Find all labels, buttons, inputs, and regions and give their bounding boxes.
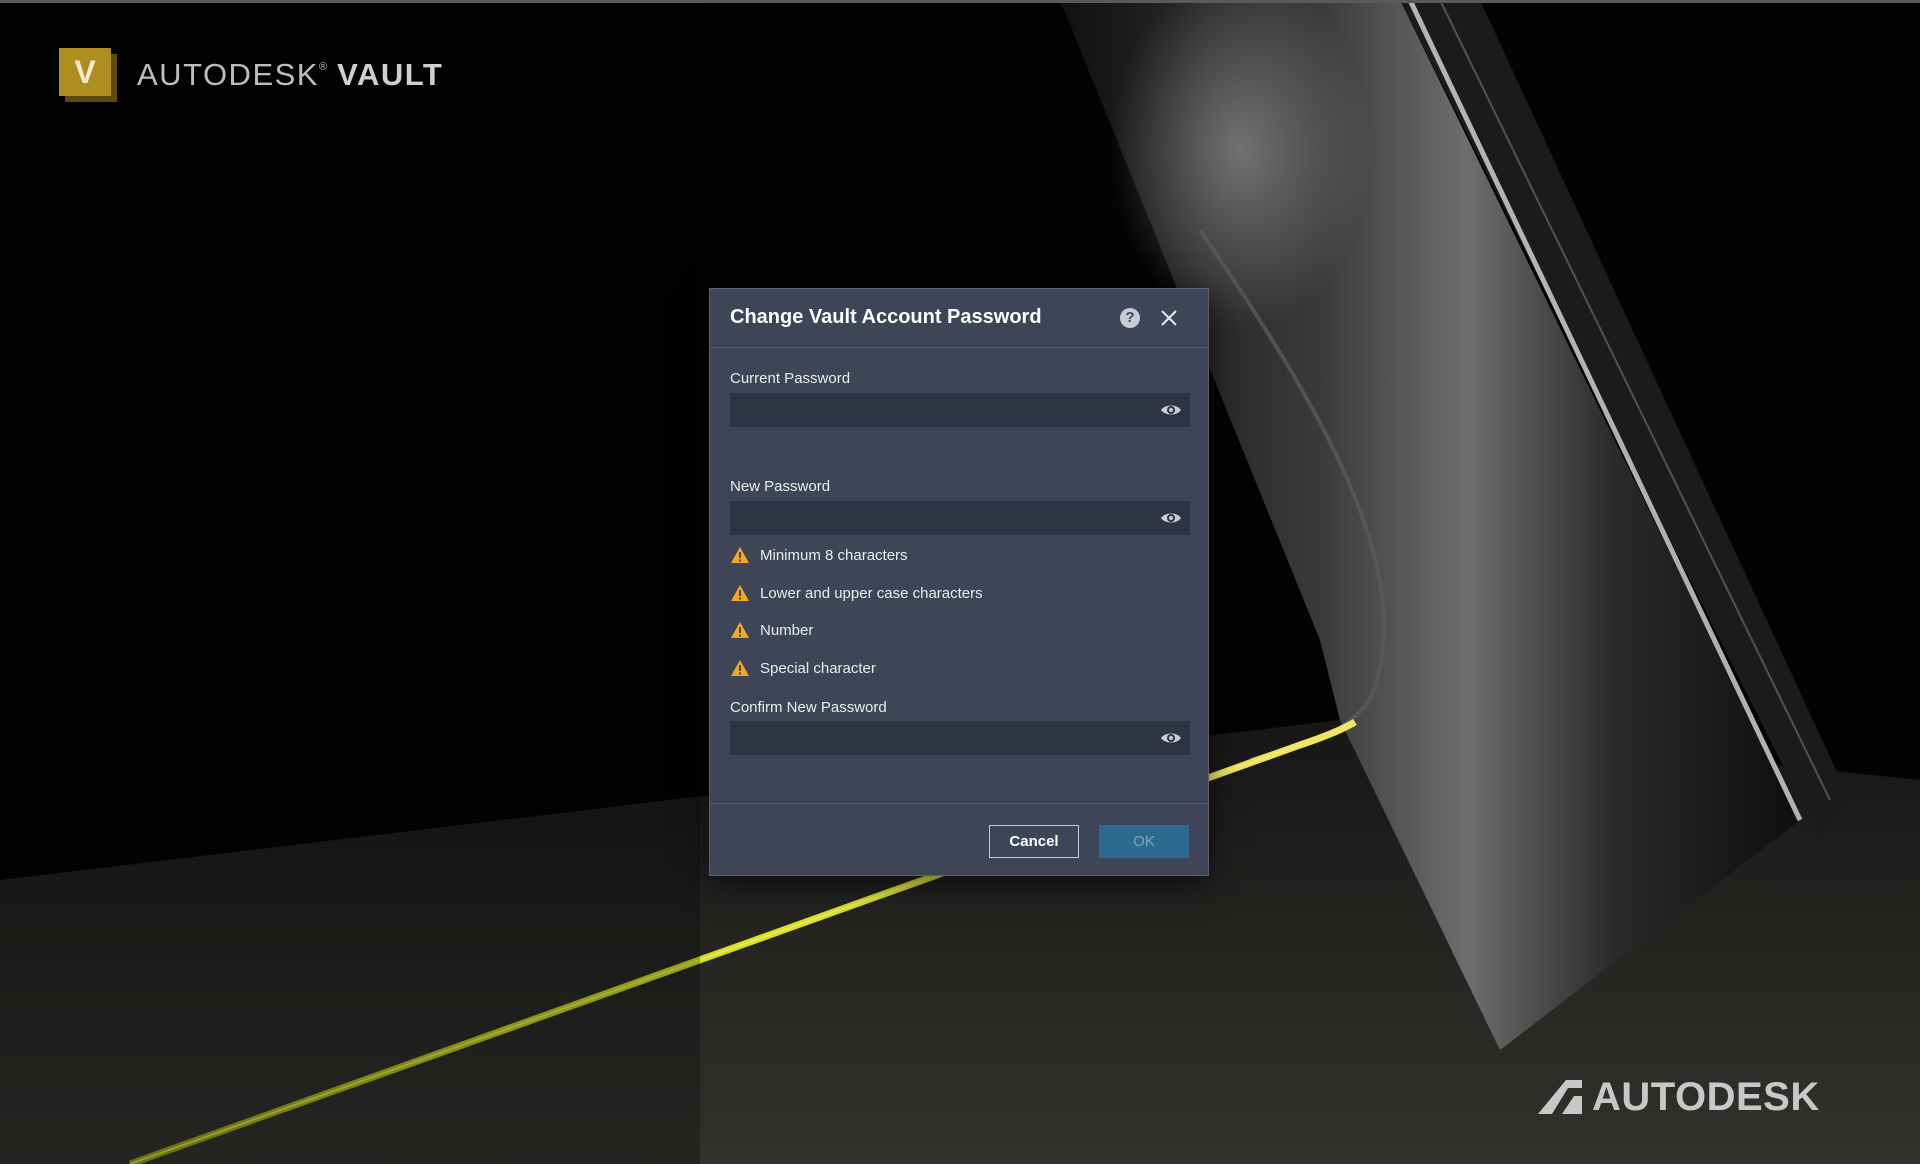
login-background: V AUTODESK ® VAULT AUTODESK Change Vault… bbox=[0, 0, 1920, 1164]
dialog-footer: Cancel OK bbox=[710, 803, 1208, 876]
autodesk-wordmark: AUTODESK bbox=[1592, 1074, 1820, 1119]
ok-button[interactable]: OK bbox=[1099, 825, 1189, 858]
new-password-input[interactable] bbox=[730, 501, 1150, 535]
requirement-text: Special character bbox=[760, 659, 876, 677]
confirm-password-label: Confirm New Password bbox=[730, 699, 887, 716]
company-name: AUTODESK bbox=[137, 57, 319, 92]
warning-icon bbox=[731, 547, 749, 563]
product-name: VAULT bbox=[337, 57, 444, 92]
requirement-item: Number bbox=[730, 619, 813, 641]
autodesk-mark-icon bbox=[1538, 1080, 1582, 1114]
requirement-item: Minimum 8 characters bbox=[730, 544, 908, 566]
requirement-text: Lower and upper case characters bbox=[760, 584, 983, 602]
requirement-text: Minimum 8 characters bbox=[760, 546, 908, 564]
current-password-field bbox=[730, 393, 1190, 427]
confirm-password-input[interactable] bbox=[730, 721, 1150, 755]
warning-icon bbox=[731, 622, 749, 638]
show-current-password-eye-icon[interactable] bbox=[1160, 401, 1182, 419]
change-password-dialog: Change Vault Account Password ? Current … bbox=[709, 288, 1209, 876]
close-icon[interactable] bbox=[1158, 307, 1180, 329]
warning-icon bbox=[731, 585, 749, 601]
warning-icon bbox=[731, 660, 749, 676]
cancel-button[interactable]: Cancel bbox=[989, 825, 1079, 858]
show-new-password-eye-icon[interactable] bbox=[1160, 509, 1182, 527]
current-password-label: Current Password bbox=[730, 370, 851, 387]
requirement-item: Lower and upper case characters bbox=[730, 582, 983, 604]
help-icon[interactable]: ? bbox=[1120, 308, 1140, 328]
dialog-title: Change Vault Account Password bbox=[730, 306, 1042, 328]
vault-logo-icon: V bbox=[59, 48, 117, 102]
dialog-header: Change Vault Account Password ? bbox=[710, 289, 1208, 348]
requirement-text: Number bbox=[760, 621, 814, 639]
new-password-label: New Password bbox=[730, 478, 831, 495]
top-edge bbox=[0, 0, 1920, 3]
new-password-field bbox=[730, 501, 1190, 535]
autodesk-footer-logo: AUTODESK bbox=[1538, 1074, 1820, 1119]
vault-logo-letter: V bbox=[59, 48, 111, 96]
show-confirm-password-eye-icon[interactable] bbox=[1160, 729, 1182, 747]
confirm-password-field bbox=[730, 721, 1190, 755]
app-brand: V AUTODESK ® VAULT bbox=[59, 47, 443, 103]
requirement-item: Special character bbox=[730, 657, 876, 679]
app-title: AUTODESK ® VAULT bbox=[137, 57, 443, 93]
registered-mark: ® bbox=[318, 61, 328, 73]
current-password-input[interactable] bbox=[730, 393, 1150, 427]
